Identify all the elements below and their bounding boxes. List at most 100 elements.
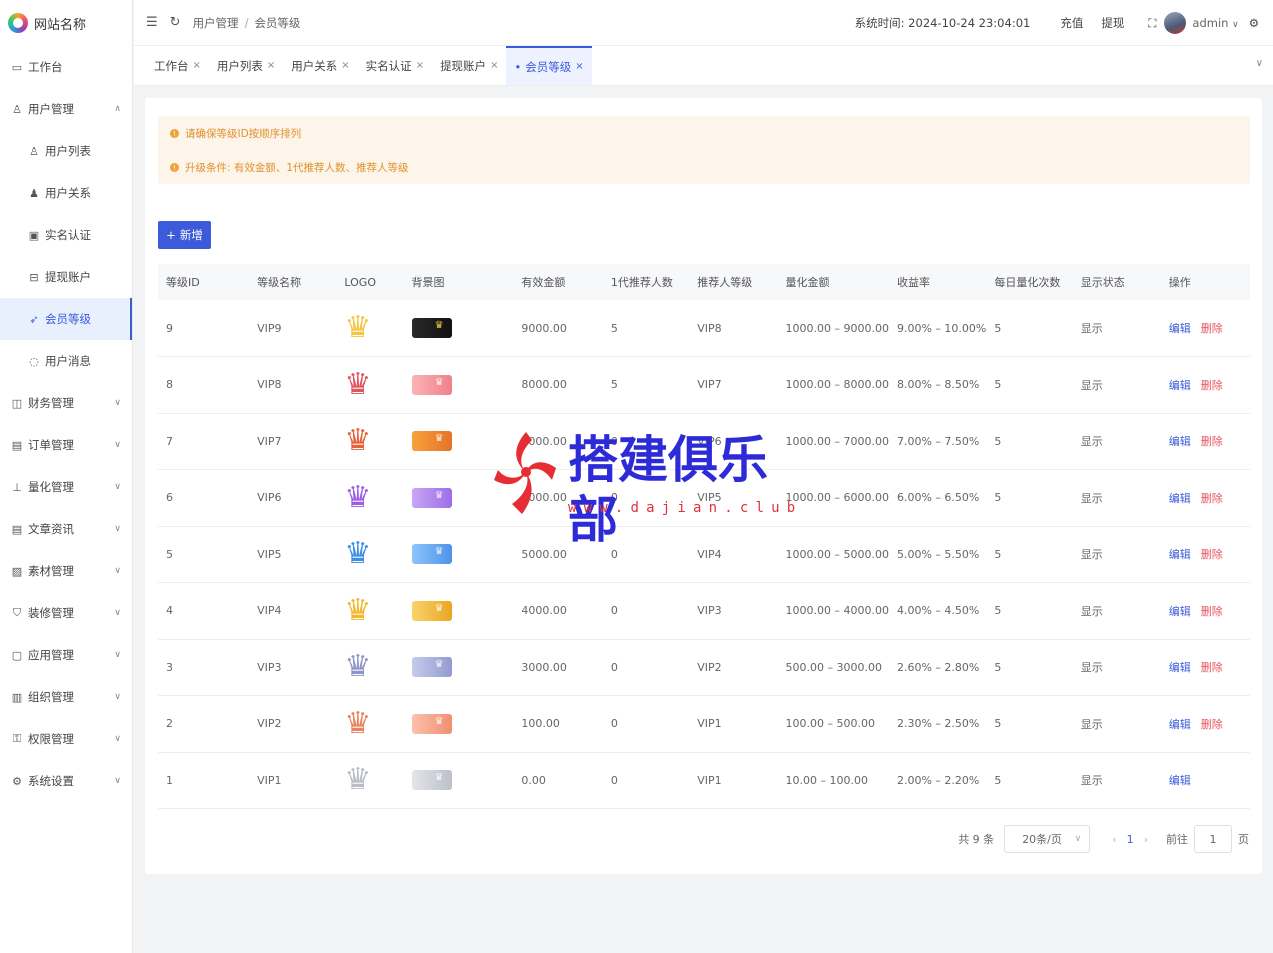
user-icon: ♙ xyxy=(12,102,22,116)
chevron-down-icon: ∨ xyxy=(1074,834,1082,844)
column-header: 等级名称 xyxy=(249,264,337,300)
sidebar-item[interactable]: ⚿ 权限管理 ∨ xyxy=(0,718,132,760)
logo-cell: ♛ xyxy=(336,300,404,357)
valid-amount: 0.00 xyxy=(513,752,603,809)
display-status: 显示 xyxy=(1072,300,1161,357)
sidebar-item[interactable]: ▭ 工作台 xyxy=(0,46,132,88)
sidebar-item[interactable]: ◫ 财务管理 ∨ xyxy=(0,382,132,424)
tab[interactable]: 工作台 × xyxy=(146,46,209,85)
edit-button[interactable]: 编辑 xyxy=(1169,718,1191,731)
sidebar-item[interactable]: ⚙ 系统设置 ∨ xyxy=(0,760,132,802)
edit-button[interactable]: 编辑 xyxy=(1169,548,1191,561)
sidebar-item[interactable]: ◌ 用户消息 xyxy=(0,340,132,382)
close-icon[interactable]: × xyxy=(490,60,498,71)
tab[interactable]: 用户列表 × xyxy=(209,46,283,85)
goto-page-input[interactable]: 1 xyxy=(1194,825,1232,853)
tab[interactable]: • 会员等级 × xyxy=(506,46,592,85)
avatar[interactable] xyxy=(1164,12,1187,34)
recharge-link[interactable]: 充值 xyxy=(1060,15,1083,31)
fullscreen-icon[interactable]: ⛶ xyxy=(1148,16,1156,31)
sidebar-item[interactable]: ♙ 用户列表 xyxy=(0,130,132,172)
delete-button[interactable]: 删除 xyxy=(1201,548,1223,561)
add-button[interactable]: + 新增 xyxy=(158,221,211,249)
edit-button[interactable]: 编辑 xyxy=(1169,492,1191,505)
chevron-up-icon: ∧ xyxy=(114,104,121,114)
crown-icon: ♛ xyxy=(344,762,372,798)
table-row: 3VIP3♛ 3000.000VIP2500.00 – 3000.002.60% … xyxy=(158,639,1250,696)
delete-button[interactable]: 删除 xyxy=(1201,605,1223,618)
display-status: 显示 xyxy=(1072,526,1161,583)
daily-quant-times: 5 xyxy=(986,469,1073,527)
withdraw-link[interactable]: 提现 xyxy=(1101,15,1124,31)
quant-amount: 1000.00 – 9000.00 xyxy=(777,300,889,357)
daily-quant-times: 5 xyxy=(986,752,1073,809)
close-icon[interactable]: × xyxy=(193,60,201,71)
goto-label: 前往 xyxy=(1166,833,1188,846)
background-cell xyxy=(403,582,514,640)
valid-amount: 9000.00 xyxy=(513,300,603,357)
sidebar-item-label: 用户列表 xyxy=(45,144,91,158)
referral-count: 0 xyxy=(602,413,690,470)
sidebar-item[interactable]: ▨ 素材管理 ∨ xyxy=(0,550,132,592)
actions-cell: 编辑 删除 xyxy=(1160,300,1250,357)
display-status: 显示 xyxy=(1072,695,1161,753)
delete-button[interactable]: 删除 xyxy=(1201,661,1223,674)
page-size-value: 20条/页 xyxy=(1022,833,1062,846)
delete-button[interactable]: 删除 xyxy=(1201,435,1223,448)
sidebar-item[interactable]: ⊟ 提现账户 xyxy=(0,256,132,298)
edit-button[interactable]: 编辑 xyxy=(1169,322,1191,335)
edit-button[interactable]: 编辑 xyxy=(1169,661,1191,674)
sidebar-item[interactable]: ▣ 实名认证 xyxy=(0,214,132,256)
level-id: 1 xyxy=(158,752,250,809)
table-row: 7VIP7♛ 7000.000VIP61000.00 – 7000.007.00%… xyxy=(158,413,1250,470)
table-header-row: 等级ID 等级名称 LOGO 背景图 有效金额 1代推荐人数 推荐人等级 量化金额 收益率 每日量… xyxy=(158,264,1250,300)
close-icon[interactable]: × xyxy=(341,60,349,71)
crown-icon: ♛ xyxy=(344,705,372,741)
next-page-icon[interactable]: › xyxy=(1144,833,1148,846)
page-number[interactable]: 1 xyxy=(1127,833,1134,846)
breadcrumb-item[interactable]: 用户管理 xyxy=(193,15,239,31)
level-id: 3 xyxy=(158,639,250,696)
gear-icon[interactable]: ⚙ xyxy=(1249,16,1259,30)
level-name: VIP2 xyxy=(249,695,337,753)
background-cell xyxy=(403,469,514,527)
chevron-down-icon: ∨ xyxy=(114,692,121,702)
edit-button[interactable]: 编辑 xyxy=(1169,605,1191,618)
sidebar-item[interactable]: ▤ 文章资讯 ∨ xyxy=(0,508,132,550)
close-icon[interactable]: × xyxy=(267,60,275,71)
close-icon[interactable]: × xyxy=(416,60,424,71)
menu-fold-icon[interactable]: ☰ xyxy=(146,15,158,30)
sidebar-item[interactable]: ▤ 订单管理 ∨ xyxy=(0,424,132,466)
edit-button[interactable]: 编辑 xyxy=(1169,774,1191,787)
level-name: VIP5 xyxy=(249,526,337,583)
page-size-select[interactable]: 20条/页 ∨ xyxy=(1004,825,1091,853)
column-header: LOGO xyxy=(336,264,404,300)
sidebar-item[interactable]: ♟ 用户关系 xyxy=(0,172,132,214)
chevron-down-icon[interactable]: ∨ xyxy=(1256,58,1263,69)
sidebar-item[interactable]: ▥ 组织管理 ∨ xyxy=(0,676,132,718)
refresh-icon[interactable]: ↻ xyxy=(170,15,181,30)
sidebar-item-label: 应用管理 xyxy=(28,648,74,662)
site-logo[interactable]: 网站名称 xyxy=(0,0,132,46)
chevron-down-icon: ∨ xyxy=(114,608,121,618)
referrer-level: VIP5 xyxy=(689,469,778,527)
delete-button[interactable]: 删除 xyxy=(1201,322,1223,335)
tab[interactable]: 提现账户 × xyxy=(432,46,506,85)
sidebar-item[interactable]: ⛉ 装修管理 ∨ xyxy=(0,592,132,634)
prev-page-icon[interactable]: ‹ xyxy=(1112,833,1116,846)
sidebar-item[interactable]: ⊥ 量化管理 ∨ xyxy=(0,466,132,508)
close-icon[interactable]: × xyxy=(575,61,583,72)
referral-count: 5 xyxy=(602,300,690,357)
edit-button[interactable]: 编辑 xyxy=(1169,379,1191,392)
delete-button[interactable]: 删除 xyxy=(1201,718,1223,731)
sidebar-item[interactable]: ➶ 会员等级 xyxy=(0,298,132,340)
delete-button[interactable]: 删除 xyxy=(1201,492,1223,505)
referral-count: 0 xyxy=(602,526,690,583)
delete-button[interactable]: 删除 xyxy=(1201,379,1223,392)
sidebar-item[interactable]: ▢ 应用管理 ∨ xyxy=(0,634,132,676)
sidebar-item[interactable]: ♙ 用户管理 ∧ xyxy=(0,88,132,130)
tab[interactable]: 实名认证 × xyxy=(358,46,432,85)
tab[interactable]: 用户关系 × xyxy=(283,46,357,85)
user-menu[interactable]: admin ∨ xyxy=(1192,16,1238,30)
edit-button[interactable]: 编辑 xyxy=(1169,435,1191,448)
